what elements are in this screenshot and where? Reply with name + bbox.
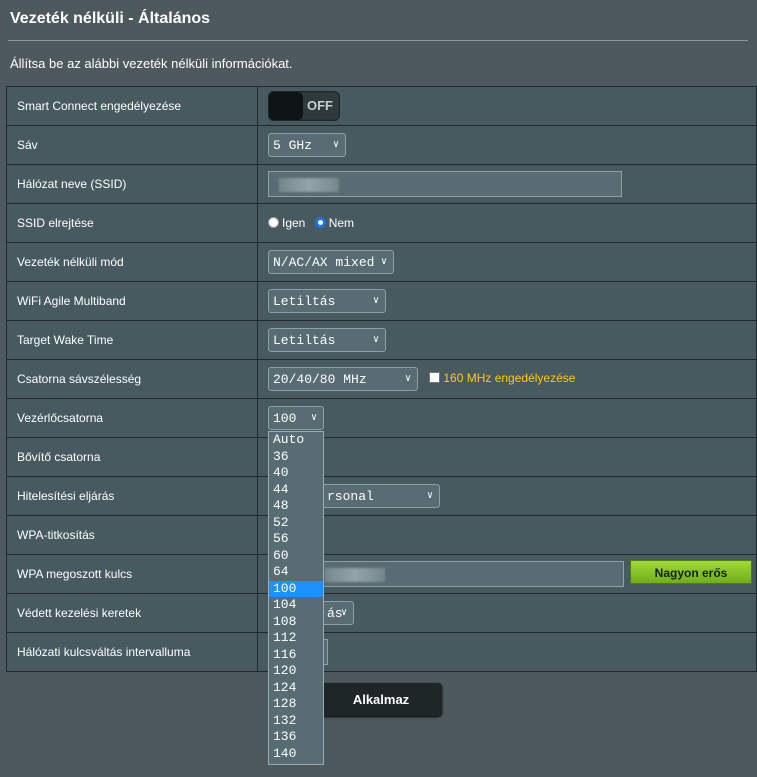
channel-option[interactable]: 40 — [269, 465, 323, 482]
page-description: Állítsa be az alábbi vezeték nélküli inf… — [10, 56, 293, 71]
agile-multiband-select[interactable]: Letiltás ∨ — [268, 289, 386, 313]
redacted-value — [325, 568, 385, 582]
row-auth-method: Hitelesítési eljárás rsonal ∨ — [6, 476, 757, 516]
channel-option[interactable]: 112 — [269, 630, 323, 647]
wireless-settings-table: Smart Connect engedélyezése OFF Sáv 5 GH… — [6, 86, 757, 672]
chevron-down-icon: ∨ — [340, 608, 347, 619]
channel-option[interactable]: 48 — [269, 498, 323, 515]
channel-option[interactable]: 124 — [269, 680, 323, 697]
control-channel-select[interactable]: 100 ∨ — [268, 406, 324, 430]
row-extension-channel: Bővítő csatorna — [6, 437, 757, 477]
chevron-down-icon: ∨ — [404, 374, 411, 385]
row-key-rotation: Hálózati kulcsváltás intervalluma — [6, 632, 757, 672]
enable-160mhz-label: 160 MHz engedélyezése — [443, 371, 576, 386]
chevron-down-icon: ∨ — [426, 491, 433, 502]
wireless-mode-label: Vezeték nélküli mód — [6, 242, 258, 282]
ssid-label: Hálózat neve (SSID) — [6, 164, 258, 204]
target-wake-time-value: Letiltás — [273, 333, 336, 348]
control-channel-dropdown-list[interactable]: Auto 36 40 44 48 52 56 60 64 100 104 108 112 116 120 12… — [268, 431, 324, 765]
row-target-wake-time: Target Wake Time Letiltás ∨ — [6, 320, 757, 360]
wireless-mode-value: N/AC/AX mixed — [273, 255, 375, 270]
hide-ssid-no-radio[interactable] — [314, 217, 326, 228]
channel-option[interactable]: 44 — [269, 482, 323, 499]
row-wpa-encryption: WPA-titkosítás — [6, 515, 757, 555]
channel-option[interactable]: 100 — [269, 580, 323, 597]
enable-160mhz-checkbox[interactable] — [429, 372, 441, 384]
key-rotation-label: Hálózati kulcsváltás intervalluma — [6, 632, 258, 672]
bandwidth-select[interactable]: 20/40/80 MHz ∨ — [268, 367, 418, 391]
agile-multiband-value: Letiltás — [273, 294, 336, 309]
channel-option[interactable]: 108 — [269, 614, 323, 631]
agile-multiband-label: WiFi Agile Multiband — [6, 281, 258, 321]
bandwidth-label: Csatorna sávszélesség — [6, 359, 258, 399]
redacted-value — [279, 178, 339, 192]
row-pmf: Védett kezelési keretek ás ∨ — [6, 593, 757, 633]
toggle-state: OFF — [307, 98, 333, 113]
row-hide-ssid: SSID elrejtése Igen Nem — [6, 203, 757, 243]
band-select[interactable]: 5 GHz ∨ — [268, 133, 346, 157]
row-agile-multiband: WiFi Agile Multiband Letiltás ∨ — [6, 281, 757, 321]
extension-channel-label: Bővítő csatorna — [6, 437, 258, 477]
channel-option[interactable]: 52 — [269, 515, 323, 532]
smart-connect-toggle[interactable]: OFF — [268, 91, 340, 121]
band-select-value: 5 GHz — [273, 138, 313, 153]
row-smart-connect: Smart Connect engedélyezése OFF — [6, 86, 757, 126]
channel-option[interactable]: 128 — [269, 696, 323, 713]
chevron-down-icon: ∨ — [372, 335, 379, 346]
hide-ssid-no-label: Nem — [328, 216, 355, 230]
pmf-label: Védett kezelési keretek — [6, 593, 258, 633]
ssid-input[interactable] — [268, 171, 622, 197]
bandwidth-value: 20/40/80 MHz — [273, 372, 367, 387]
channel-option[interactable]: Auto — [269, 432, 323, 449]
chevron-down-icon: ∨ — [380, 257, 387, 268]
toggle-knob — [269, 92, 303, 120]
channel-option[interactable]: 60 — [269, 548, 323, 565]
chevron-down-icon: ∨ — [332, 140, 339, 151]
target-wake-time-select[interactable]: Letiltás ∨ — [268, 328, 386, 352]
target-wake-time-label: Target Wake Time — [6, 320, 258, 360]
control-channel-value: 100 — [273, 411, 297, 426]
password-strength-indicator: Nagyon erős — [630, 560, 752, 584]
control-channel-label: Vezérlőcsatorna — [6, 398, 258, 438]
row-wpa-key: WPA megoszott kulcs Nagyon erős — [6, 554, 757, 594]
band-label: Sáv — [6, 125, 258, 165]
row-bandwidth: Csatorna sávszélesség 20/40/80 MHz ∨ 160… — [6, 359, 757, 399]
channel-option[interactable]: 36 — [269, 449, 323, 466]
wpa-key-label: WPA megoszott kulcs — [6, 554, 258, 594]
row-wireless-mode: Vezeték nélküli mód N/AC/AX mixed ∨ — [6, 242, 757, 282]
row-band: Sáv 5 GHz ∨ — [6, 125, 757, 165]
smart-connect-label: Smart Connect engedélyezése — [6, 86, 258, 126]
channel-option[interactable]: 120 — [269, 663, 323, 680]
channel-option[interactable]: 56 — [269, 531, 323, 548]
channel-option[interactable]: 136 — [269, 729, 323, 746]
page-title: Vezeték nélküli - Általános — [10, 10, 211, 27]
chevron-down-icon: ∨ — [372, 296, 379, 307]
hide-ssid-label: SSID elrejtése — [6, 203, 258, 243]
title-divider — [8, 40, 748, 41]
apply-button[interactable]: Alkalmaz — [320, 683, 442, 716]
hide-ssid-yes-radio[interactable] — [268, 217, 279, 228]
wpa-encryption-label: WPA-titkosítás — [6, 515, 258, 555]
auth-method-label: Hitelesítési eljárás — [6, 476, 258, 516]
row-control-channel: Vezérlőcsatorna 100 ∨ — [6, 398, 757, 438]
hide-ssid-yes-label: Igen — [282, 216, 306, 230]
wireless-mode-select[interactable]: N/AC/AX mixed ∨ — [268, 250, 394, 274]
channel-option[interactable]: 140 — [269, 746, 323, 763]
channel-option[interactable]: 64 — [269, 564, 323, 581]
channel-option[interactable]: 104 — [269, 597, 323, 614]
channel-option[interactable]: 116 — [269, 647, 323, 664]
auth-method-value: rsonal — [327, 489, 374, 504]
channel-option[interactable]: 132 — [269, 713, 323, 730]
row-ssid: Hálózat neve (SSID) — [6, 164, 757, 204]
chevron-down-icon: ∨ — [310, 413, 317, 424]
